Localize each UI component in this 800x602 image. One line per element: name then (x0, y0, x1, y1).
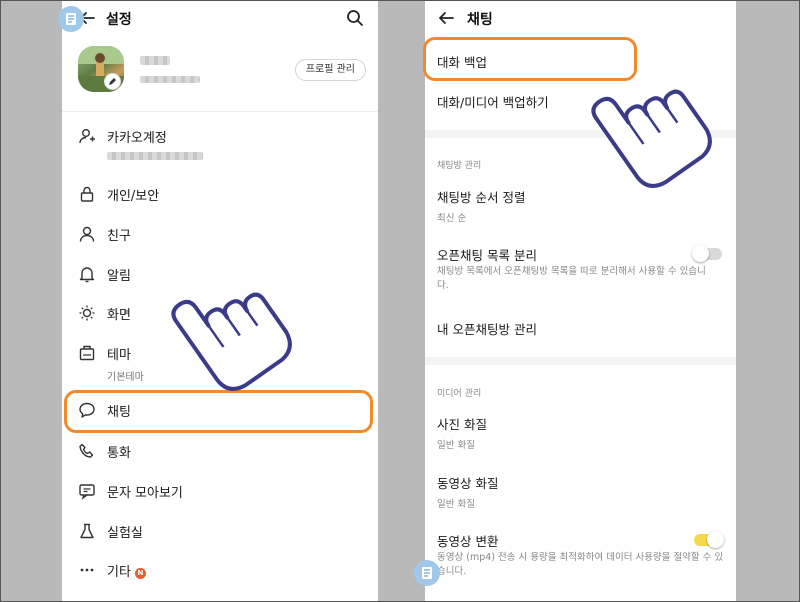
menu-item-chatroom-sort[interactable]: 채팅방 순서 정렬 최신 순 (437, 187, 724, 226)
section-header-media: 미디어 관리 (437, 389, 482, 399)
menu-item-video-convert[interactable]: 동영상 변환 (437, 531, 676, 550)
menu-label: 기타 N (107, 561, 146, 580)
menu-item-my-open-chat[interactable]: 내 오픈채팅방 관리 (437, 319, 724, 338)
menu-item-call[interactable]: 통화 (62, 433, 378, 469)
page-title: 설정 (106, 12, 132, 28)
search-icon[interactable] (346, 9, 364, 27)
toggle-knob (707, 531, 724, 548)
menu-label: 테마 (107, 347, 131, 363)
settings-topbar: 설정 (62, 0, 378, 36)
theme-icon (79, 345, 95, 361)
menu-label-text: 기타 (107, 564, 131, 580)
sort-value: 최신 순 (437, 213, 467, 224)
section-header-chatroom: 채팅방 관리 (437, 161, 482, 171)
profile-status-redacted (140, 76, 200, 83)
menu-label: 화면 (107, 307, 131, 323)
menu-item-photo-quality[interactable]: 사진 화질 일반 화질 (437, 414, 724, 453)
highlight-chat-backup (423, 37, 637, 81)
chat-topbar: 채팅 (425, 0, 736, 36)
account-email-redacted (107, 152, 203, 160)
sort-label: 채팅방 순서 정렬 (437, 190, 526, 205)
highlight-chat-menu (64, 390, 373, 433)
section-divider (425, 130, 736, 138)
video-convert-label: 동영상 변환 (437, 534, 499, 549)
profile-name-redacted (140, 56, 170, 65)
menu-label: 개인/보안 (107, 188, 160, 204)
divider (62, 111, 378, 112)
chat-media-backup-label: 대화/미디어 백업하기 (437, 95, 549, 110)
section-divider (425, 357, 736, 365)
settings-panel: 설정 프로필 관리 카카오계정 개인/보안 친구 알림 화면 테마 기본테마 채 (62, 0, 378, 602)
menu-item-video-quality[interactable]: 동영상 화질 일반 화질 (437, 473, 724, 512)
my-open-chat-label: 내 오픈채팅방 관리 (437, 322, 537, 337)
theme-value: 기본테마 (107, 372, 144, 383)
back-arrow-icon[interactable] (437, 9, 455, 27)
video-quality-label: 동영상 화질 (437, 476, 499, 491)
overlay-app-icon (58, 6, 84, 32)
menu-label: 카카오계정 (107, 130, 167, 146)
photo-quality-value: 일반 화질 (437, 440, 475, 451)
profile-manage-button[interactable]: 프로필 관리 (294, 59, 366, 81)
menu-item-display[interactable]: 화면 (62, 295, 378, 331)
menu-item-privacy[interactable]: 개인/보안 (62, 176, 378, 212)
lock-icon (80, 186, 94, 202)
menu-item-kakao-account[interactable]: 카카오계정 (62, 118, 378, 154)
page-title: 채팅 (467, 12, 493, 28)
account-icon (79, 129, 95, 144)
video-convert-toggle[interactable] (694, 531, 724, 548)
message-icon (79, 484, 95, 500)
menu-label: 실험실 (107, 525, 143, 541)
open-split-toggle[interactable] (692, 245, 722, 262)
menu-item-chat-media-backup[interactable]: 대화/미디어 백업하기 (437, 92, 724, 111)
phone-icon (79, 443, 94, 458)
more-icon (80, 568, 94, 572)
edit-profile-icon[interactable] (104, 73, 121, 90)
menu-item-sms-collection[interactable]: 문자 모아보기 (62, 473, 378, 509)
open-split-description: 채팅방 목록에서 오픈채팅방 목록을 따로 분리해서 사용할 수 있습니다. (437, 266, 706, 291)
menu-item-open-chat-split[interactable]: 오픈채팅 목록 분리 (437, 245, 676, 264)
menu-item-theme[interactable]: 테마 (62, 335, 378, 371)
menu-item-friends[interactable]: 친구 (62, 216, 378, 252)
person-icon (79, 226, 95, 242)
menu-label: 통화 (107, 445, 131, 461)
photo-quality-label: 사진 화질 (437, 417, 487, 432)
brightness-icon (79, 305, 95, 321)
menu-label: 알림 (107, 268, 131, 284)
menu-item-labs[interactable]: 실험실 (62, 513, 378, 549)
menu-item-notifications[interactable]: 알림 (62, 256, 378, 292)
video-quality-value: 일반 화질 (437, 499, 475, 510)
menu-label: 친구 (107, 228, 131, 244)
new-badge: N (134, 567, 146, 579)
open-split-label: 오픈채팅 목록 분리 (437, 248, 537, 263)
menu-item-etc[interactable]: 기타 N (62, 552, 378, 588)
bell-icon (79, 267, 95, 283)
video-convert-description: 동영상 (mp4) 전송 시 용량을 최적화하여 데이터 사용량을 절약할 수 … (437, 552, 724, 577)
toggle-knob (692, 245, 709, 262)
chat-settings-panel: 채팅 대화 백업 대화/미디어 백업하기 채팅방 관리 채팅방 순서 정렬 최신… (425, 0, 736, 602)
menu-label: 문자 모아보기 (107, 485, 183, 501)
flask-icon (80, 523, 94, 539)
overlay-app-icon (414, 560, 440, 586)
